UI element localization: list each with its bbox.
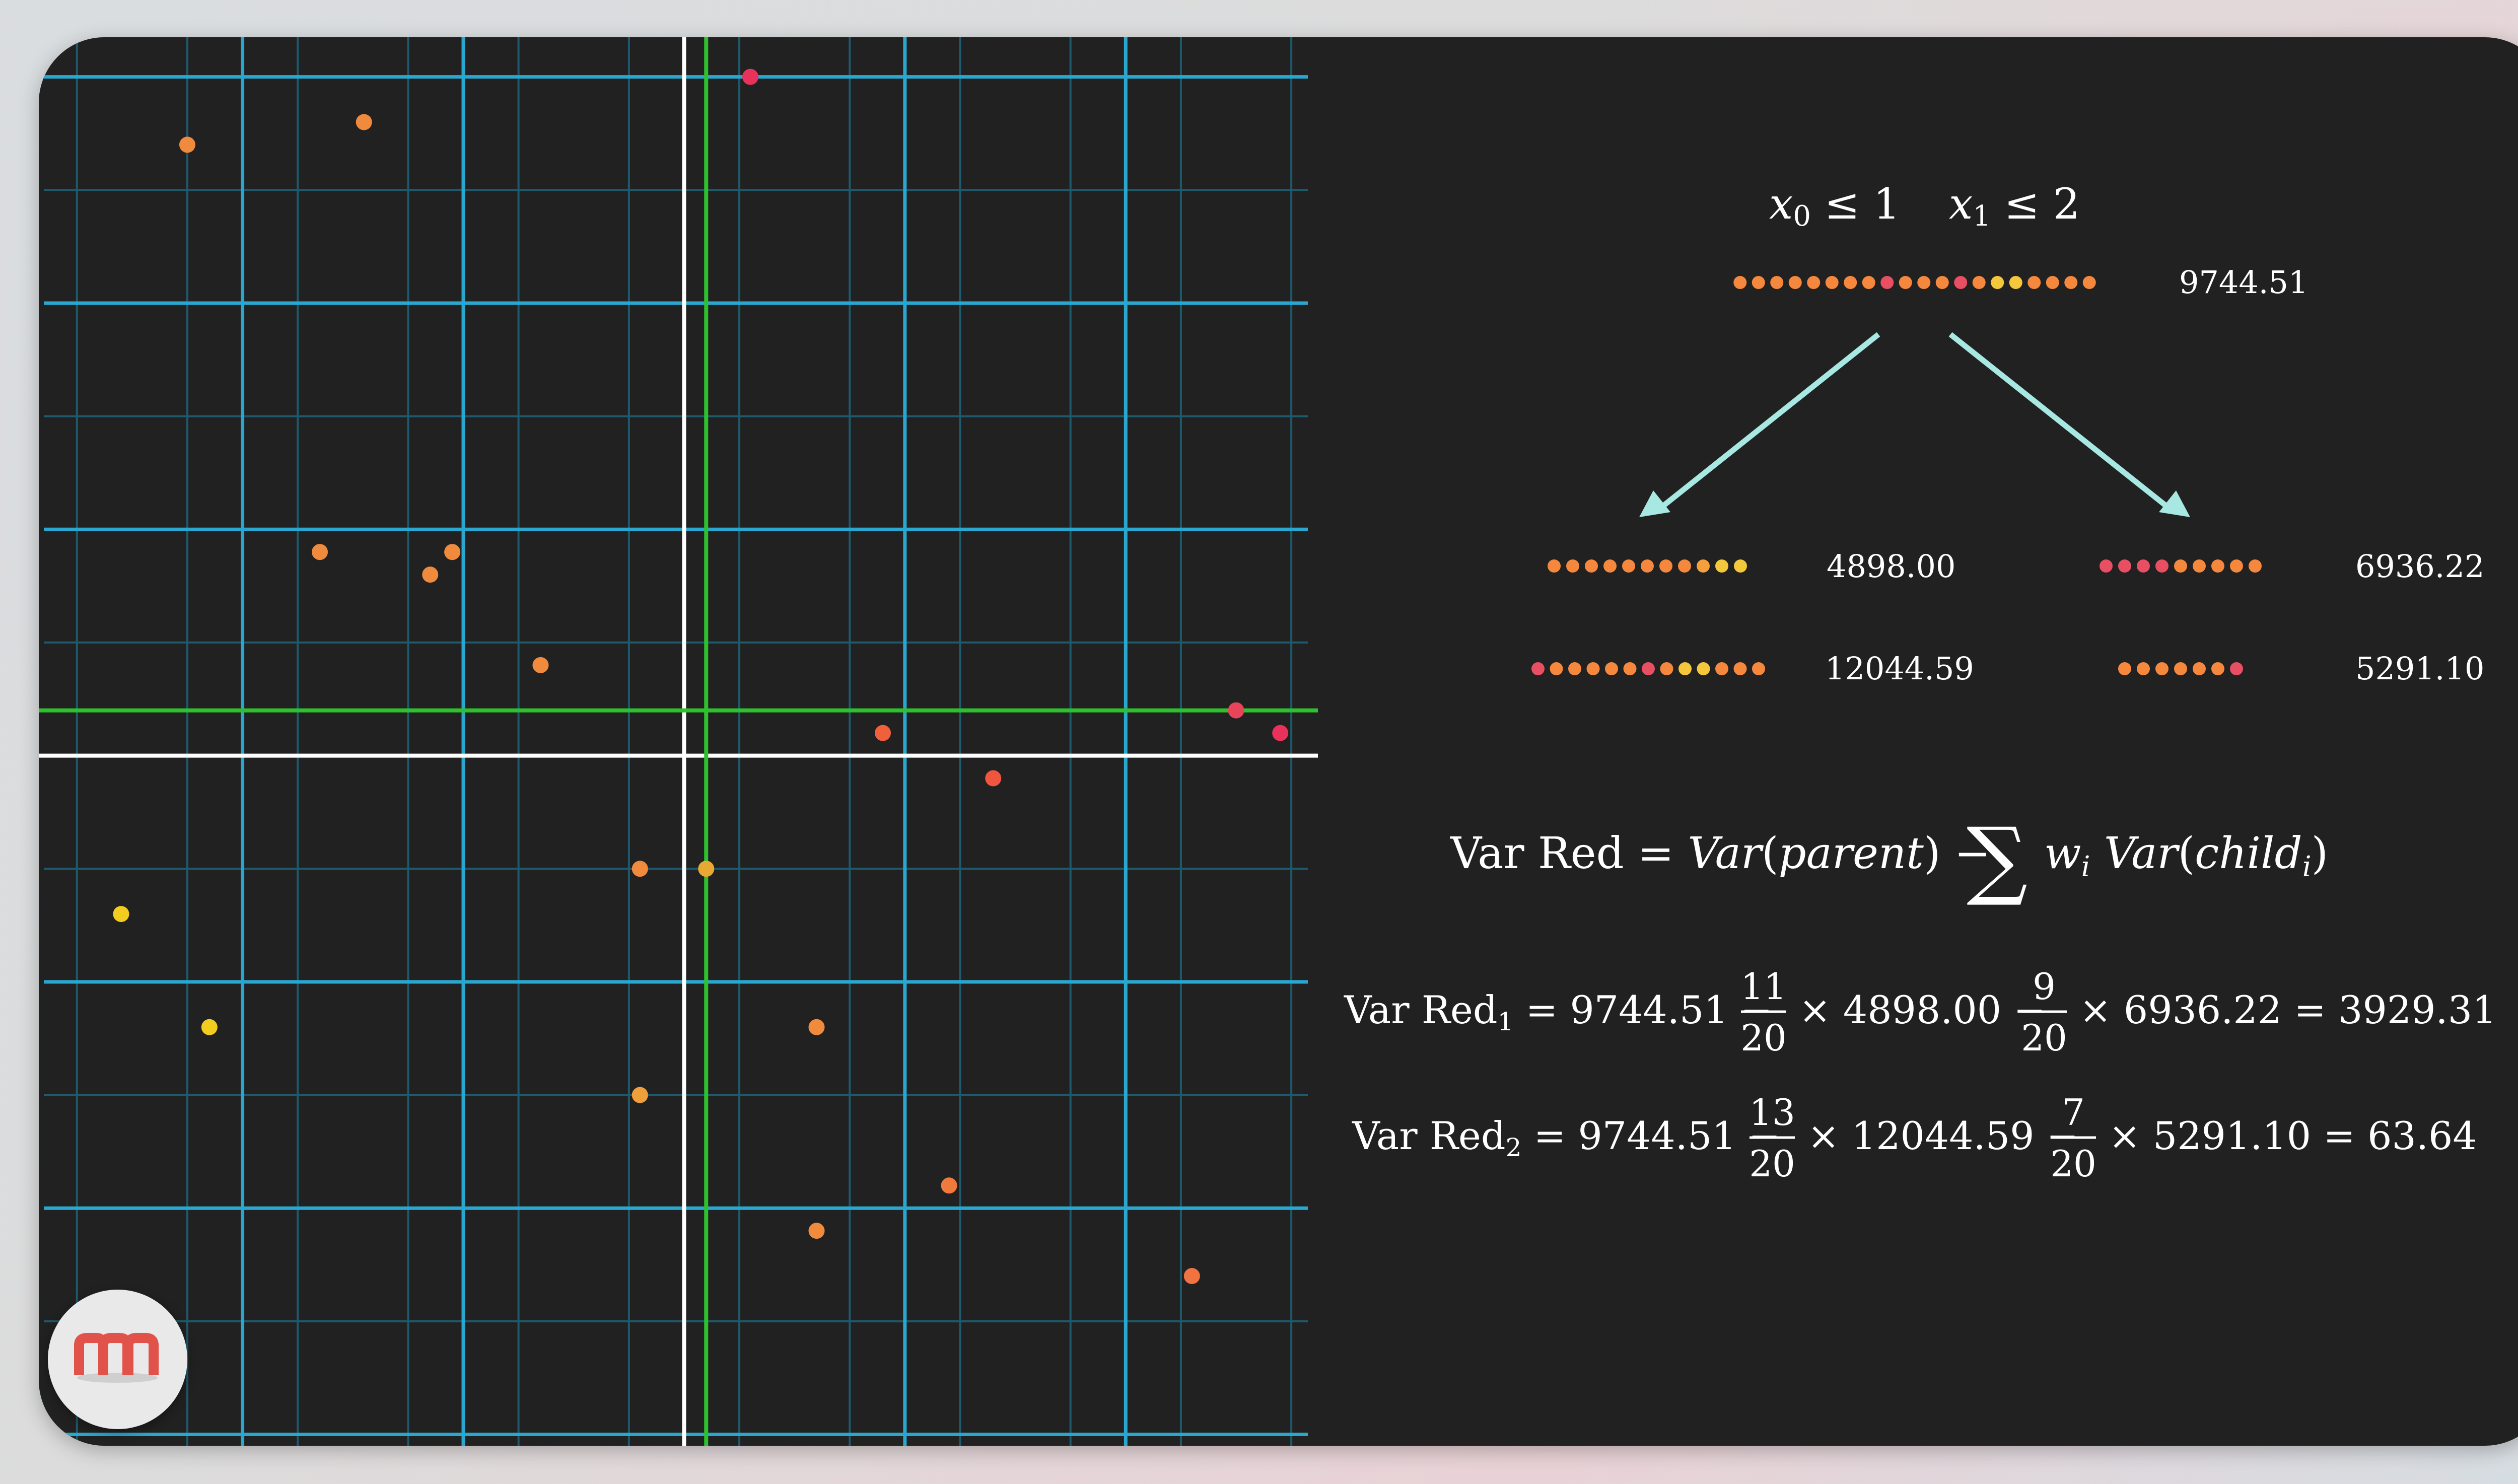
sample-dot (1715, 662, 1728, 675)
sample-dot (1531, 662, 1545, 675)
root-node-dots (1733, 276, 2096, 289)
svg-text:× 12044.59 −: × 12044.59 − (1807, 1113, 2078, 1158)
sample-dot (1807, 276, 1821, 289)
sample-dot (1566, 559, 1579, 573)
sample-dot (1548, 559, 1561, 573)
var-red-1-formula: Var Red1 = 9744.51 − 11 20 × 4898.00 − 9… (1344, 965, 2496, 1059)
sample-dot (1935, 276, 1949, 289)
root-condition: x0 ≤ 1 x1 ≤ 2 (1769, 179, 2080, 233)
sample-dot (1788, 276, 1802, 289)
sample-dot (1733, 662, 1747, 675)
sample-dot (1899, 276, 1912, 289)
sample-dot (1862, 276, 1875, 289)
split2-left-variance: 12044.59 (1825, 650, 1974, 687)
svg-text:11: 11 (1740, 965, 1787, 1008)
sample-dot (1844, 276, 1857, 289)
sample-dot (1550, 662, 1563, 675)
sample-dot (1585, 559, 1598, 573)
right-branch-arrow (1948, 332, 2176, 515)
svg-text:20: 20 (1740, 1017, 1787, 1059)
sample-dot (1715, 559, 1728, 573)
svg-text:7: 7 (2062, 1091, 2085, 1134)
sample-dot (2211, 559, 2224, 573)
svg-text:∑: ∑ (1967, 809, 2027, 909)
sample-dot (1660, 662, 1673, 675)
sample-dot (2064, 276, 2078, 289)
sample-dot (2230, 559, 2243, 573)
split2-right-dots (2118, 662, 2243, 675)
sample-dot (2137, 662, 2150, 675)
sample-dot (2211, 662, 2224, 675)
svg-text:wi Var(childi): wi Var(childi) (2044, 828, 2328, 883)
svg-text:20: 20 (2021, 1017, 2067, 1059)
sample-dot (1568, 662, 1581, 675)
tree-panel: x0 ≤ 1 x1 ≤ 2 9744.51 4898.00 6936.22 12… (1344, 179, 2496, 1185)
sample-dot (2027, 276, 2041, 289)
general-formula: Var Red = Var(parent) − ∑ wi Var(childi) (1450, 809, 2328, 909)
sample-dot (2118, 662, 2131, 675)
sample-dot (2082, 276, 2096, 289)
sample-dot (1752, 662, 1765, 675)
svg-text:× 6936.22 = 3929.31: × 6936.22 = 3929.31 (2079, 987, 2496, 1032)
split2-right-variance: 5291.10 (2355, 650, 2484, 687)
svg-text:Var Red1 = 9744.51 −: Var Red1 = 9744.51 − (1344, 987, 1773, 1036)
split1-right-dots (2100, 559, 2262, 573)
split1-left-variance: 4898.00 (1827, 548, 1955, 585)
sample-dot (1659, 559, 1672, 573)
sample-dot (2155, 662, 2169, 675)
sample-dot (2174, 559, 2187, 573)
sample-dot (1623, 662, 1637, 675)
sample-dot (1954, 276, 1968, 289)
sample-dot (1972, 276, 1986, 289)
svg-text:× 4898.00 −: × 4898.00 − (1799, 987, 2046, 1032)
sample-dot (1880, 276, 1894, 289)
sample-dot (1770, 276, 1784, 289)
sample-dot (2174, 662, 2187, 675)
root-variance: 9744.51 (2179, 264, 2308, 301)
sample-dot (1605, 662, 1618, 675)
sample-dot (1642, 662, 1655, 675)
sample-dot (1697, 559, 1710, 573)
sample-dot (1734, 559, 1747, 573)
sample-dot (1697, 662, 1710, 675)
sample-dot (2118, 559, 2131, 573)
svg-text:20: 20 (1749, 1143, 1795, 1185)
sample-dot (2046, 276, 2059, 289)
split1-right-variance: 6936.22 (2355, 548, 2484, 585)
var-red-2-formula: Var Red2 = 9744.51 − 13 20 × 12044.59 − … (1352, 1091, 2477, 1185)
sample-dot (2137, 559, 2150, 573)
svg-text:9: 9 (2033, 965, 2056, 1008)
sample-dot (2193, 662, 2206, 675)
sample-dot (1586, 662, 1600, 675)
sample-dot (1733, 276, 1747, 289)
svg-text:Var Red2 = 9744.51 −: Var Red2 = 9744.51 − (1352, 1113, 1781, 1162)
sample-dot (1622, 559, 1635, 573)
split2-left-dots (1531, 662, 1765, 675)
sample-dot (1603, 559, 1617, 573)
svg-text:× 5291.10 = 63.64: × 5291.10 = 63.64 (2109, 1113, 2477, 1158)
scene-card: x0 ≤ 1 x1 ≤ 2 9744.51 4898.00 6936.22 12… (39, 37, 2518, 1446)
sample-dot (1641, 559, 1654, 573)
sample-dot (1917, 276, 1931, 289)
sample-dot (2230, 662, 2243, 675)
sample-dot (2155, 559, 2169, 573)
sample-dot (1678, 662, 1692, 675)
sample-dot (1752, 276, 1765, 289)
sample-dot (1991, 276, 2004, 289)
sample-dot (1678, 559, 1691, 573)
sample-dot (1825, 276, 1839, 289)
split1-left-dots (1548, 559, 1747, 573)
sample-dot (2249, 559, 2262, 573)
sample-dot (2193, 559, 2206, 573)
left-branch-arrow (1653, 332, 1880, 515)
sample-dot (2009, 276, 2022, 289)
svg-text:13: 13 (1749, 1091, 1795, 1134)
svg-text:Var Red = Var(parent) −: Var Red = Var(parent) − (1450, 828, 1991, 879)
sample-dot (2100, 559, 2113, 573)
svg-text:20: 20 (2050, 1143, 2096, 1185)
manim-logo-icon (48, 1290, 187, 1429)
